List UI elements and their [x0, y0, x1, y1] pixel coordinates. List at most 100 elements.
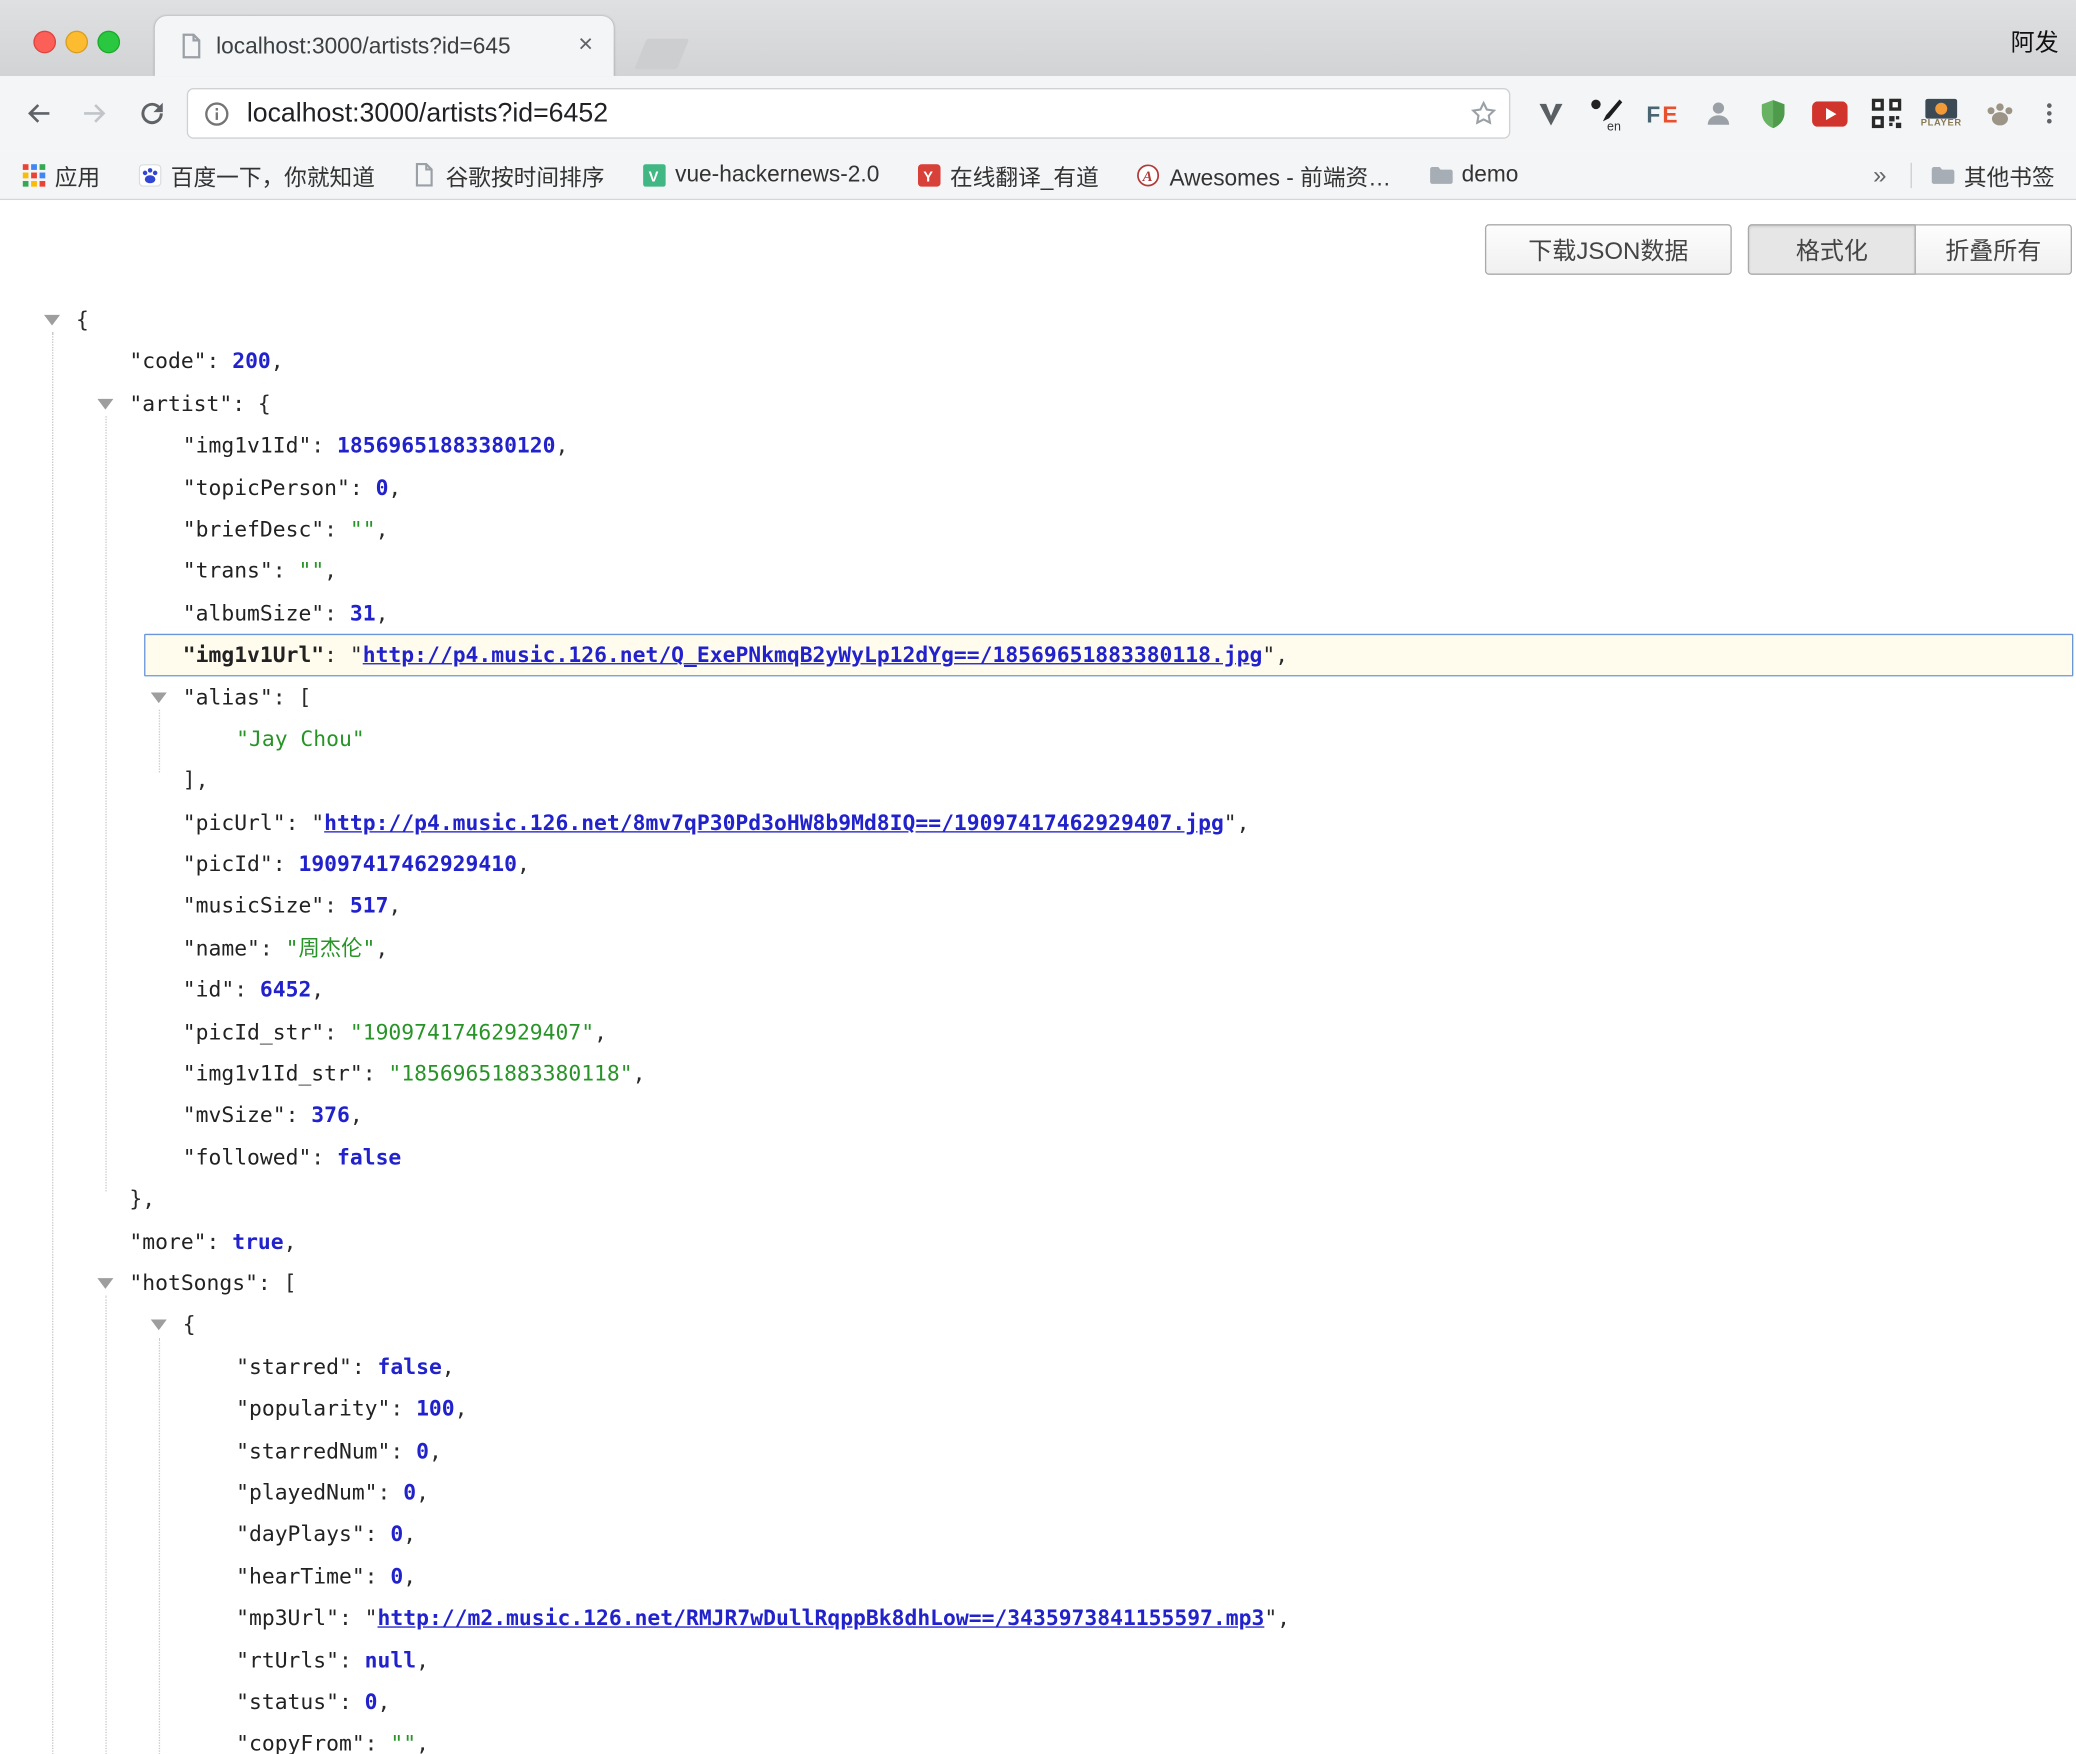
- json-punct: ,: [378, 1689, 391, 1714]
- json-string: "18569651883380118": [388, 1061, 632, 1086]
- apps-grid-icon: [21, 163, 45, 187]
- svg-text:F: F: [1646, 102, 1660, 128]
- json-number: 200: [232, 349, 271, 374]
- bookmark-item[interactable]: demo: [1428, 161, 1518, 188]
- bookmarks-divider: [1911, 162, 1912, 187]
- tab-close-icon[interactable]: ×: [571, 31, 600, 60]
- collapse-arrow-icon[interactable]: [151, 1320, 167, 1331]
- back-icon[interactable]: [23, 97, 55, 129]
- json-link[interactable]: http://p4.music.126.net/Q_ExePNkmqB2yWyL…: [363, 642, 1263, 667]
- new-tab-button[interactable]: [634, 39, 689, 70]
- view-toggle-group: 格式化 折叠所有: [1748, 224, 2072, 275]
- baidu-icon: [137, 163, 161, 187]
- json-punct: ,: [284, 1228, 297, 1253]
- json-punct: ,: [633, 1061, 646, 1086]
- bookmark-item[interactable]: AAwesomes - 前端资…: [1136, 158, 1391, 191]
- format-button[interactable]: 格式化: [1748, 224, 1916, 275]
- json-key: "copyFrom": [236, 1731, 365, 1754]
- bookmark-item[interactable]: 应用: [21, 158, 100, 191]
- json-key: "albumSize": [183, 600, 324, 625]
- collapse-arrow-icon[interactable]: [151, 692, 167, 703]
- json-punct: : ": [286, 809, 325, 834]
- bookmark-label: 应用: [55, 158, 100, 191]
- collapse-arrow-icon[interactable]: [97, 1278, 113, 1289]
- json-line: "starredNum": 0,: [0, 1430, 2076, 1472]
- youdao-pen-icon[interactable]: en: [1588, 95, 1625, 132]
- menu-dots-icon[interactable]: [2036, 95, 2063, 132]
- json-punct: : ": [339, 1605, 378, 1630]
- shield-icon[interactable]: [1754, 95, 1791, 132]
- zoom-window-button[interactable]: [97, 31, 120, 54]
- json-line: "playedNum": 0,: [0, 1472, 2076, 1514]
- json-punct: ",: [1262, 642, 1288, 667]
- reload-icon[interactable]: [136, 97, 168, 129]
- json-key: "img1v1Id": [183, 433, 312, 458]
- json-link[interactable]: http://p4.music.126.net/8mv7qP30Pd3oHW8b…: [324, 809, 1224, 834]
- json-key: "picUrl": [183, 809, 286, 834]
- json-key: "starredNum": [236, 1438, 390, 1463]
- page-icon: [412, 163, 436, 187]
- json-key: "img1v1Url": [183, 642, 324, 667]
- json-key: "topicPerson": [183, 474, 350, 499]
- json-line: "picUrl": "http://p4.music.126.net/8mv7q…: [0, 801, 2076, 843]
- bookmark-item[interactable]: 百度一下，你就知道: [137, 158, 374, 191]
- profile-name[interactable]: 阿发: [2011, 24, 2059, 59]
- bookmark-item[interactable]: Y在线翻译_有道: [917, 158, 1099, 191]
- url-text[interactable]: localhost:3000/artists?id=6452: [247, 89, 608, 137]
- json-string: "": [298, 558, 324, 583]
- page-content: 下载JSON数据 格式化 折叠所有 {"code": 200,"artist":…: [0, 200, 2076, 1754]
- fe-icon[interactable]: FE: [1644, 95, 1681, 132]
- json-key: "hearTime": [236, 1563, 365, 1588]
- collapse-arrow-icon[interactable]: [44, 315, 60, 326]
- minimize-window-button[interactable]: [65, 31, 88, 54]
- browser-tab[interactable]: localhost:3000/artists?id=645 ×: [155, 16, 614, 76]
- json-line: {: [0, 299, 2076, 341]
- youtube-icon[interactable]: [1810, 95, 1847, 132]
- json-line: "picId": 19097417462929410,: [0, 843, 2076, 885]
- json-punct: ,: [388, 474, 401, 499]
- json-key: "playedNum": [236, 1480, 377, 1505]
- json-key: "hotSongs": [129, 1270, 258, 1295]
- v-ext-icon[interactable]: [1532, 95, 1569, 132]
- svg-text:V: V: [648, 169, 658, 185]
- bookmarks-bar: 应用 百度一下，你就知道 谷歌按时间排序 Vvue-hackernews-2.0 Y在线…: [0, 151, 2076, 200]
- json-key: "briefDesc": [183, 516, 324, 541]
- player-icon[interactable]: PLAYER: [1923, 95, 1960, 132]
- bookmark-item[interactable]: Vvue-hackernews-2.0: [642, 161, 880, 188]
- json-punct: ,: [375, 935, 388, 960]
- json-line: "status": 0,: [0, 1681, 2076, 1723]
- json-punct: : [: [258, 1270, 297, 1295]
- json-punct: :: [234, 977, 260, 1002]
- bookmark-label: 百度一下，你就知道: [171, 158, 375, 191]
- download-json-button[interactable]: 下载JSON数据: [1485, 224, 1732, 275]
- other-bookmarks-folder[interactable]: 其他书签: [1931, 158, 2055, 191]
- bookmarks-overflow-icon[interactable]: »: [1868, 161, 1892, 189]
- player-icon-label: PLAYER: [1921, 119, 1962, 128]
- json-number: 0: [403, 1480, 416, 1505]
- page-info-icon[interactable]: [203, 100, 231, 135]
- address-bar[interactable]: localhost:3000/artists?id=6452: [187, 88, 1511, 139]
- json-number: 6452: [260, 977, 311, 1002]
- json-line: "briefDesc": "",: [0, 508, 2076, 550]
- json-line: "mvSize": 376,: [0, 1095, 2076, 1137]
- bookmark-star-icon[interactable]: [1469, 99, 1498, 135]
- json-number: 376: [311, 1103, 350, 1128]
- paw-icon[interactable]: [1981, 95, 2018, 132]
- close-window-button[interactable]: [33, 31, 56, 54]
- json-number: 0: [376, 474, 389, 499]
- collapse-all-button[interactable]: 折叠所有: [1916, 224, 2072, 275]
- folder-icon: [1428, 163, 1452, 187]
- json-link[interactable]: http://m2.music.126.net/RMJR7wDullRqppBk…: [378, 1605, 1265, 1630]
- bookmark-item[interactable]: 谷歌按时间排序: [412, 158, 604, 191]
- collapse-arrow-icon[interactable]: [97, 399, 113, 410]
- json-line: {: [0, 1304, 2076, 1346]
- json-punct: :: [324, 600, 350, 625]
- json-line: "hearTime": 0,: [0, 1555, 2076, 1597]
- person-icon[interactable]: [1700, 95, 1737, 132]
- json-punct: ,: [556, 433, 569, 458]
- qrcode-icon[interactable]: [1868, 95, 1905, 132]
- json-punct: ,: [311, 977, 324, 1002]
- json-key: "mp3Url": [236, 1605, 339, 1630]
- json-key: "name": [183, 935, 260, 960]
- json-key: "rtUrls": [236, 1647, 339, 1672]
